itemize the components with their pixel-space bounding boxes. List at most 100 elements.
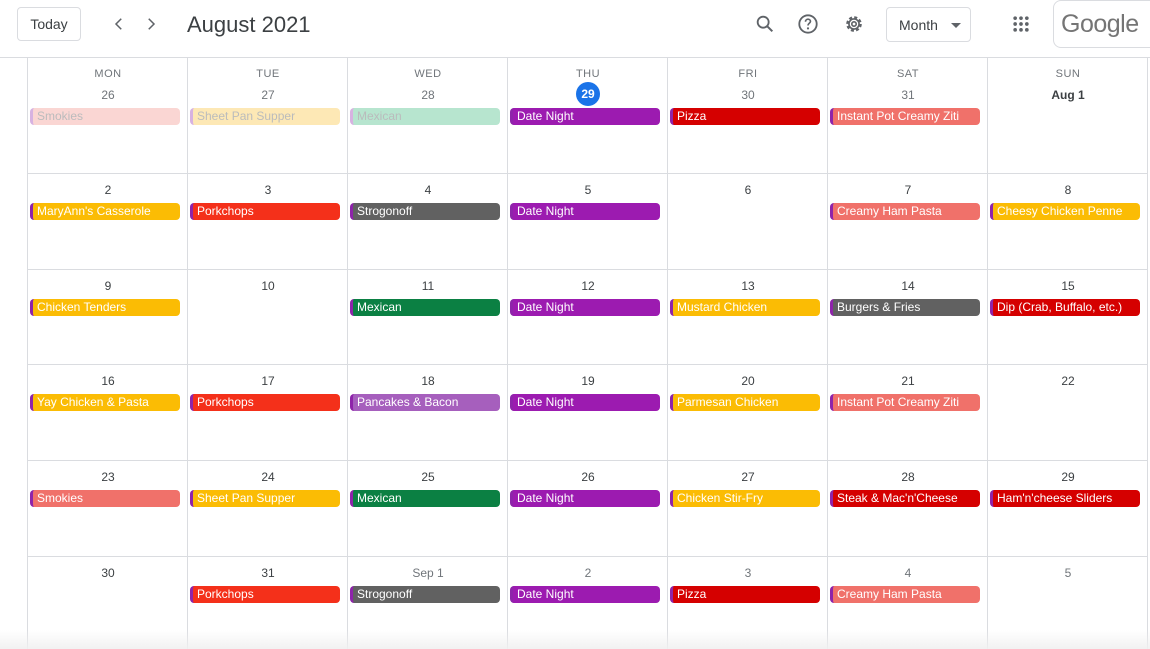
day-number[interactable]: 31 bbox=[828, 88, 988, 102]
day-number[interactable]: 23 bbox=[28, 470, 188, 484]
event-chip[interactable]: Strogonoff bbox=[350, 586, 500, 603]
day-cell[interactable]: 5 Date Night bbox=[508, 173, 668, 269]
search-icon[interactable] bbox=[753, 12, 777, 36]
day-cell[interactable]: 7 Creamy Ham Pasta bbox=[828, 173, 988, 269]
day-number[interactable]: 4 bbox=[828, 566, 988, 580]
day-cell[interactable]: 12 Date Night bbox=[508, 269, 668, 364]
event-chip[interactable]: Pancakes & Bacon bbox=[350, 394, 500, 411]
event-chip[interactable]: Date Night bbox=[510, 203, 660, 220]
day-cell[interactable]: 24 Sheet Pan Supper bbox=[188, 460, 348, 556]
day-number[interactable]: 9 bbox=[28, 279, 188, 293]
day-number[interactable]: Sep 1 bbox=[348, 566, 508, 580]
day-cell[interactable]: 4 Strogonoff bbox=[348, 173, 508, 269]
event-chip[interactable]: Burgers & Fries bbox=[830, 299, 980, 316]
event-chip[interactable]: Steak & Mac'n'Cheese bbox=[830, 490, 980, 507]
event-chip[interactable]: Chicken Tenders bbox=[30, 299, 180, 316]
day-number[interactable]: 2 bbox=[508, 566, 668, 580]
day-number[interactable]: 27 bbox=[668, 470, 828, 484]
event-chip[interactable]: Smokies bbox=[30, 108, 180, 125]
day-cell[interactable]: SUN Aug 1 bbox=[988, 58, 1148, 173]
event-chip[interactable]: Porkchops bbox=[190, 203, 340, 220]
day-cell[interactable]: 3 Porkchops bbox=[188, 173, 348, 269]
event-chip[interactable]: Cheesy Chicken Penne bbox=[990, 203, 1140, 220]
day-number[interactable]: 27 bbox=[188, 88, 348, 102]
day-cell[interactable]: 10 bbox=[188, 269, 348, 364]
day-cell[interactable]: 27 Chicken Stir-Fry bbox=[668, 460, 828, 556]
event-chip[interactable]: Pizza bbox=[670, 586, 820, 603]
today-button[interactable]: Today bbox=[17, 7, 81, 41]
event-chip[interactable]: Yay Chicken & Pasta bbox=[30, 394, 180, 411]
day-number[interactable]: 29 bbox=[988, 470, 1148, 484]
day-number[interactable]: 16 bbox=[28, 374, 188, 388]
day-number[interactable]: 3 bbox=[188, 183, 348, 197]
day-cell[interactable]: 11 Mexican bbox=[348, 269, 508, 364]
day-number[interactable]: 13 bbox=[668, 279, 828, 293]
event-chip[interactable]: Mexican bbox=[350, 299, 500, 316]
day-number[interactable]: 2 bbox=[28, 183, 188, 197]
day-cell[interactable]: 6 bbox=[668, 173, 828, 269]
today-date-badge[interactable]: 29 bbox=[576, 82, 600, 106]
event-chip[interactable]: Sheet Pan Supper bbox=[190, 490, 340, 507]
view-selector[interactable]: Month bbox=[886, 7, 971, 42]
event-chip[interactable]: Creamy Ham Pasta bbox=[830, 203, 980, 220]
day-cell[interactable]: 9 Chicken Tenders bbox=[28, 269, 188, 364]
day-number[interactable]: 30 bbox=[668, 88, 828, 102]
day-cell[interactable]: FRI 30 Pizza bbox=[668, 58, 828, 173]
event-chip[interactable]: Porkchops bbox=[190, 394, 340, 411]
day-cell[interactable]: 13 Mustard Chicken bbox=[668, 269, 828, 364]
day-cell[interactable]: 29 Ham'n'cheese Sliders bbox=[988, 460, 1148, 556]
day-number[interactable]: 15 bbox=[988, 279, 1148, 293]
event-chip[interactable]: Date Night bbox=[510, 490, 660, 507]
event-chip[interactable]: Mexican bbox=[350, 108, 500, 125]
day-cell[interactable]: 26 Date Night bbox=[508, 460, 668, 556]
google-account-logo[interactable]: Google bbox=[1053, 0, 1150, 48]
event-chip[interactable]: Date Night bbox=[510, 299, 660, 316]
event-chip[interactable]: Instant Pot Creamy Ziti bbox=[830, 394, 980, 411]
event-chip[interactable]: Smokies bbox=[30, 490, 180, 507]
day-number[interactable]: 26 bbox=[28, 88, 188, 102]
day-number[interactable]: 17 bbox=[188, 374, 348, 388]
event-chip[interactable]: Mexican bbox=[350, 490, 500, 507]
day-number[interactable]: 8 bbox=[988, 183, 1148, 197]
chevron-right-icon[interactable] bbox=[140, 13, 162, 35]
day-cell[interactable]: 2 MaryAnn's Casserole bbox=[28, 173, 188, 269]
event-chip[interactable]: Parmesan Chicken bbox=[670, 394, 820, 411]
event-chip[interactable]: Dip (Crab, Buffalo, etc.) bbox=[990, 299, 1140, 316]
event-chip[interactable]: Date Night bbox=[510, 108, 660, 125]
day-cell[interactable]: TUE 27 Sheet Pan Supper bbox=[188, 58, 348, 173]
event-chip[interactable]: Strogonoff bbox=[350, 203, 500, 220]
day-number[interactable]: 20 bbox=[668, 374, 828, 388]
day-cell[interactable]: 25 Mexican bbox=[348, 460, 508, 556]
event-chip[interactable]: MaryAnn's Casserole bbox=[30, 203, 180, 220]
day-number[interactable]: 19 bbox=[508, 374, 668, 388]
day-number[interactable]: 3 bbox=[668, 566, 828, 580]
day-cell[interactable]: 18 Pancakes & Bacon bbox=[348, 364, 508, 460]
day-cell[interactable]: THU 29 Date Night bbox=[508, 58, 668, 173]
day-number[interactable]: 28 bbox=[348, 88, 508, 102]
day-number[interactable]: 30 bbox=[28, 566, 188, 580]
day-cell[interactable]: WED 28 Mexican bbox=[348, 58, 508, 173]
day-cell[interactable]: 14 Burgers & Fries bbox=[828, 269, 988, 364]
event-chip[interactable]: Date Night bbox=[510, 586, 660, 603]
event-chip[interactable]: Mustard Chicken bbox=[670, 299, 820, 316]
event-chip[interactable]: Sheet Pan Supper bbox=[190, 108, 340, 125]
day-cell[interactable]: 23 Smokies bbox=[28, 460, 188, 556]
event-chip[interactable]: Date Night bbox=[510, 394, 660, 411]
day-cell[interactable]: 17 Porkchops bbox=[188, 364, 348, 460]
day-cell[interactable]: 15 Dip (Crab, Buffalo, etc.) bbox=[988, 269, 1148, 364]
day-cell[interactable]: 28 Steak & Mac'n'Cheese bbox=[828, 460, 988, 556]
settings-icon[interactable] bbox=[842, 12, 866, 36]
chevron-left-icon[interactable] bbox=[108, 13, 130, 35]
day-number[interactable]: Aug 1 bbox=[988, 88, 1148, 102]
day-cell[interactable]: MON 26 Smokies bbox=[28, 58, 188, 173]
day-number[interactable]: 31 bbox=[188, 566, 348, 580]
day-cell[interactable]: 19 Date Night bbox=[508, 364, 668, 460]
day-cell[interactable]: 20 Parmesan Chicken bbox=[668, 364, 828, 460]
event-chip[interactable]: Chicken Stir-Fry bbox=[670, 490, 820, 507]
day-cell[interactable]: 16 Yay Chicken & Pasta bbox=[28, 364, 188, 460]
day-number[interactable]: 21 bbox=[828, 374, 988, 388]
day-number[interactable]: 10 bbox=[188, 279, 348, 293]
day-number[interactable]: 5 bbox=[988, 566, 1148, 580]
day-number[interactable]: 24 bbox=[188, 470, 348, 484]
day-number[interactable]: 28 bbox=[828, 470, 988, 484]
